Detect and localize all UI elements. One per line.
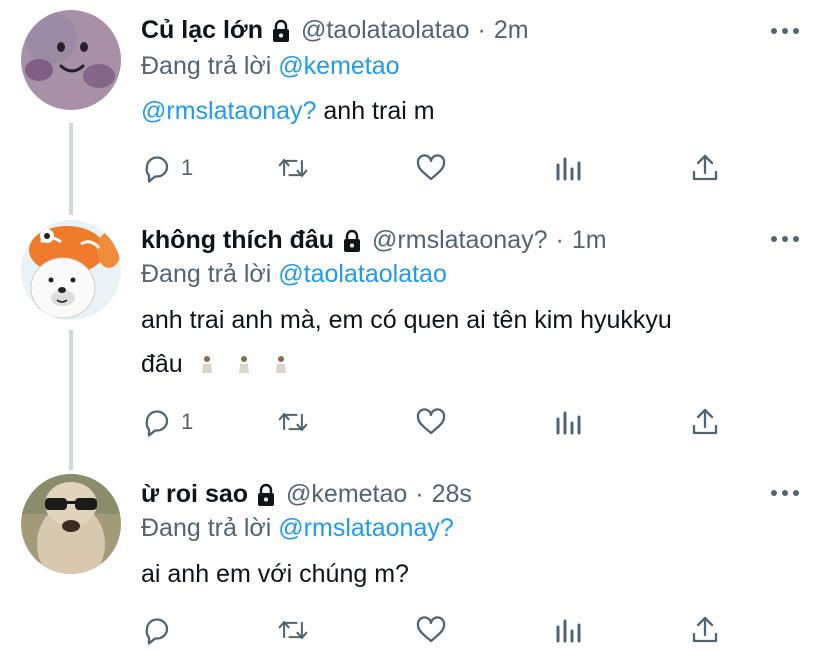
reply-count: 1 — [181, 409, 194, 434]
more-icon[interactable] — [770, 234, 800, 244]
action-bar: 1 — [141, 152, 741, 186]
share-button[interactable] — [689, 152, 721, 184]
analytics-button[interactable] — [553, 152, 585, 184]
reply-button[interactable]: 1 — [141, 152, 193, 184]
separator-dot: · — [415, 480, 424, 508]
share-icon — [692, 616, 718, 643]
heart-icon — [416, 616, 446, 643]
retweet-icon — [278, 412, 308, 432]
timestamp[interactable]: 1m — [572, 226, 607, 255]
replying-to: Đang trả lời @rmslataonay? — [141, 514, 454, 543]
tweet-2[interactable]: không thích đâu @rmslataonay? · 1m Đang … — [0, 210, 828, 460]
replying-mention[interactable]: @rmslataonay? — [278, 514, 453, 542]
text-body: anh trai m — [316, 97, 435, 125]
tweet-text: anh trai anh mà, em có quen ai tên kim h… — [141, 298, 791, 386]
more-icon[interactable] — [770, 26, 800, 36]
share-icon — [692, 408, 718, 435]
person-emoji-icon — [275, 356, 286, 374]
display-name[interactable]: ừ roi sao — [141, 480, 248, 509]
replying-label: Đang trả lời — [141, 260, 272, 288]
avatar-bear-fish-hat-image — [21, 220, 121, 320]
reply-icon — [145, 618, 169, 645]
replying-label: Đang trả lời — [141, 514, 272, 542]
text-line-2-wrapper: đâu — [141, 342, 791, 386]
retweet-icon — [278, 620, 308, 640]
action-bar — [141, 614, 741, 648]
reply-icon — [145, 156, 169, 183]
analytics-icon — [556, 157, 581, 181]
display-name[interactable]: không thích đâu — [141, 226, 334, 255]
separator-dot: · — [477, 16, 486, 44]
replying-to: Đang trả lời @kemetao — [141, 52, 400, 81]
retweet-button[interactable] — [277, 614, 309, 646]
avatar-purple-plush-image — [21, 10, 121, 110]
avatar[interactable] — [21, 10, 121, 110]
reply-icon — [145, 410, 169, 437]
like-button[interactable] — [415, 406, 447, 438]
tweet-header: ừ roi sao @kemetao · 28s — [141, 480, 472, 509]
text-line-1: anh trai anh mà, em có quen ai tên kim h… — [141, 306, 672, 334]
reply-button[interactable] — [141, 614, 181, 646]
share-button[interactable] — [689, 614, 721, 646]
avatar-alpaca-image — [21, 474, 121, 574]
heart-icon — [416, 408, 446, 435]
timestamp[interactable]: 2m — [494, 16, 529, 45]
retweet-icon — [278, 158, 308, 178]
timestamp[interactable]: 28s — [432, 480, 472, 509]
text-mention[interactable]: @rmslataonay? — [141, 97, 316, 125]
reply-count: 1 — [181, 155, 194, 180]
reply-button[interactable]: 1 — [141, 406, 193, 438]
action-bar: 1 — [141, 406, 741, 440]
tweet-text: ai anh em với chúng m? — [141, 560, 409, 588]
avatar[interactable] — [21, 474, 121, 574]
retweet-button[interactable] — [277, 152, 309, 184]
replying-mention[interactable]: @kemetao — [278, 52, 399, 80]
tweet-header: Củ lạc lớn @taolataolatao · 2m — [141, 16, 529, 45]
lock-icon — [344, 229, 361, 252]
share-icon — [692, 154, 718, 181]
user-handle[interactable]: @rmslataonay? — [372, 226, 547, 255]
user-handle[interactable]: @taolataolatao — [301, 16, 470, 45]
retweet-button[interactable] — [277, 406, 309, 438]
lock-icon — [272, 19, 289, 42]
like-button[interactable] — [415, 614, 447, 646]
replying-to: Đang trả lời @taolataolatao — [141, 260, 447, 289]
share-button[interactable] — [689, 406, 721, 438]
user-handle[interactable]: @kemetao — [286, 480, 407, 509]
lock-icon — [258, 483, 275, 506]
like-button[interactable] — [415, 152, 447, 184]
person-emoji-icon — [238, 356, 249, 374]
avatar[interactable] — [21, 220, 121, 320]
tweet-text: @rmslataonay? anh trai m — [141, 89, 791, 133]
analytics-button[interactable] — [553, 614, 585, 646]
replying-mention[interactable]: @taolataolatao — [278, 260, 447, 288]
person-emoji-icon — [201, 356, 212, 374]
replying-label: Đang trả lời — [141, 52, 272, 80]
tweet-3[interactable]: ừ roi sao @kemetao · 28s Đang trả lời @r… — [0, 464, 828, 652]
more-icon[interactable] — [770, 488, 800, 498]
tweet-1[interactable]: Củ lạc lớn @taolataolatao · 2m Đang trả … — [0, 0, 828, 200]
analytics-icon — [556, 411, 581, 435]
display-name[interactable]: Củ lạc lớn — [141, 16, 263, 45]
heart-icon — [416, 154, 446, 181]
analytics-icon — [556, 619, 581, 643]
tweet-header: không thích đâu @rmslataonay? · 1m — [141, 226, 607, 255]
analytics-button[interactable] — [553, 406, 585, 438]
separator-dot: · — [555, 226, 564, 254]
text-line-2: đâu — [141, 350, 183, 378]
